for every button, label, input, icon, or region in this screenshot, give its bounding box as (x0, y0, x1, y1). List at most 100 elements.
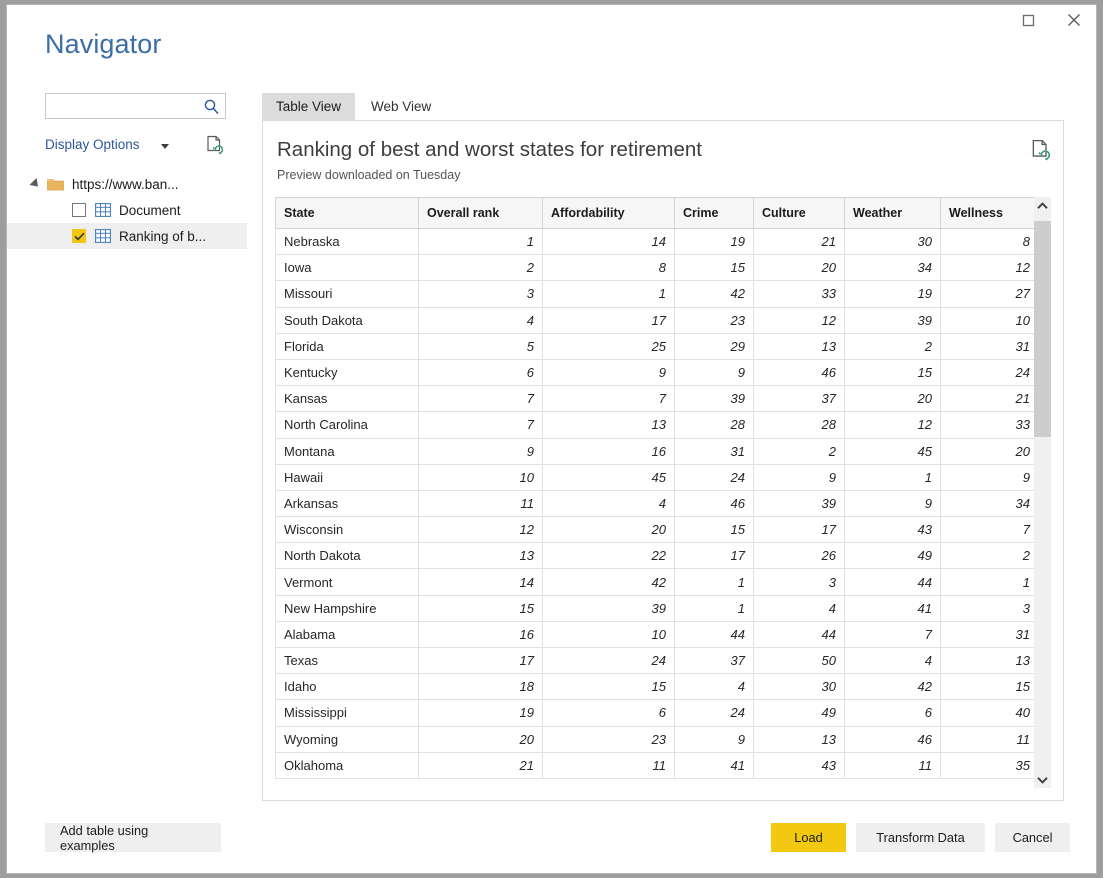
table-row[interactable]: Idaho 18 15 4 30 42 15 (275, 673, 1034, 701)
tab-web-view[interactable]: Web View (357, 93, 445, 121)
table-row[interactable]: Arkansas 11 4 46 39 9 34 (275, 489, 1034, 518)
table-cell-value: 43 (753, 751, 845, 779)
table-cell-value: 9 (542, 358, 675, 387)
table-icon (95, 229, 111, 243)
table-cell-state: Idaho (275, 673, 419, 701)
table-row[interactable]: North Carolina 7 13 28 28 12 33 (275, 411, 1034, 439)
table-row[interactable]: Texas 17 24 37 50 4 13 (275, 646, 1034, 675)
table-row[interactable]: Montana 9 16 31 2 45 20 (275, 437, 1034, 465)
table-row[interactable]: Florida 5 25 29 13 2 31 (275, 332, 1034, 360)
table-cell-state: New Hampshire (275, 594, 419, 622)
table-row[interactable]: Nebraska 1 14 19 21 30 8 (275, 227, 1034, 256)
table-cell-state: Mississippi (275, 699, 419, 727)
chevron-down-icon (1037, 776, 1048, 784)
table-cell-value: 44 (674, 620, 754, 649)
document-refresh-icon[interactable] (1030, 139, 1051, 166)
table-cell-value: 41 (844, 594, 941, 622)
table-row[interactable]: New Hampshire 15 39 1 4 41 3 (275, 594, 1034, 622)
table-cell-value: 44 (844, 568, 941, 596)
preview-table-wrap: State Overall rank Affordability Crime Cultu… (275, 197, 1051, 788)
table-cell-state: Kansas (275, 385, 419, 413)
table-cell-value: 17 (753, 516, 845, 544)
tree-item-ranking[interactable]: Ranking of b... (7, 223, 247, 249)
load-button[interactable]: Load (771, 823, 846, 852)
table-cell-value: 10 (418, 463, 543, 491)
table-cell-value: 31 (674, 437, 754, 465)
table-row[interactable]: Hawaii 10 45 24 9 1 9 (275, 463, 1034, 491)
page-title: Navigator (45, 29, 162, 59)
table-column-header[interactable]: Culture (753, 197, 845, 229)
add-table-using-examples-button[interactable]: Add table using examples (45, 823, 221, 853)
tab-table-view[interactable]: Table View (262, 93, 356, 121)
scroll-down-button[interactable] (1034, 771, 1051, 788)
table-column-header[interactable]: State (275, 197, 419, 229)
preview-table-scroll[interactable]: State Overall rank Affordability Crime Cultu… (275, 197, 1034, 788)
table-column-header[interactable]: Overall rank (418, 197, 543, 229)
display-options-label[interactable]: Display Options (45, 137, 140, 152)
table-header: State Overall rank Affordability Crime Cultu… (275, 197, 1034, 229)
table-cell-value: 31 (940, 620, 1034, 649)
table-cell-state: Iowa (275, 254, 419, 282)
search-box[interactable] (45, 93, 226, 119)
table-cell-value: 24 (674, 699, 754, 727)
table-cell-value: 28 (753, 411, 845, 439)
table-cell-value: 2 (418, 254, 543, 282)
table-cell-value: 23 (674, 306, 754, 334)
table-cell-value: 23 (542, 725, 675, 753)
tree-checkbox[interactable] (72, 203, 86, 217)
table-cell-state: Wyoming (275, 725, 419, 753)
table-cell-value: 8 (542, 254, 675, 282)
table-cell-value: 35 (940, 751, 1034, 779)
display-options-row[interactable]: Display Options (45, 135, 226, 159)
table-row[interactable]: Wyoming 20 23 9 13 46 11 (275, 725, 1034, 753)
table-column-header[interactable]: Crime (674, 197, 754, 229)
table-cell-value: 21 (753, 227, 845, 256)
scrollbar-thumb[interactable] (1034, 221, 1051, 437)
table-cell-state: Vermont (275, 568, 419, 596)
table-cell-value: 6 (418, 358, 543, 387)
table-cell-value: 46 (674, 489, 754, 518)
table-row[interactable]: North Dakota 13 22 17 26 49 2 (275, 542, 1034, 570)
table-cell-value: 2 (940, 542, 1034, 570)
cancel-button[interactable]: Cancel (995, 823, 1070, 852)
scroll-up-button[interactable] (1034, 197, 1051, 214)
table-row[interactable]: Oklahoma 21 11 41 43 11 35 (275, 751, 1034, 779)
transform-data-button[interactable]: Transform Data (856, 823, 985, 852)
vertical-scrollbar[interactable] (1034, 197, 1051, 788)
table-column-header[interactable]: Weather (844, 197, 941, 229)
table-row[interactable]: Kansas 7 7 39 37 20 21 (275, 385, 1034, 413)
table-cell-value: 17 (674, 542, 754, 570)
tree-item-document[interactable]: Document (7, 197, 247, 223)
table-row[interactable]: Kentucky 6 9 9 46 15 24 (275, 358, 1034, 387)
chevron-down-icon[interactable] (161, 144, 169, 149)
table-row[interactable]: Missouri 3 1 42 33 19 27 (275, 280, 1034, 308)
table-cell-value: 11 (940, 725, 1034, 753)
table-column-header[interactable]: Affordability (542, 197, 675, 229)
table-row[interactable]: Mississippi 19 6 24 49 6 40 (275, 699, 1034, 727)
document-refresh-icon[interactable] (205, 135, 224, 160)
table-cell-value: 1 (542, 280, 675, 308)
table-row[interactable]: Alabama 16 10 44 44 7 31 (275, 620, 1034, 649)
close-button[interactable] (1051, 5, 1096, 35)
maximize-button[interactable] (1006, 5, 1051, 35)
search-input[interactable] (46, 95, 196, 117)
table-cell-value: 14 (418, 568, 543, 596)
table-cell-value: 4 (418, 306, 543, 334)
preview-table: State Overall rank Affordability Crime Cultu… (275, 197, 1034, 779)
table-cell-value: 1 (940, 568, 1034, 596)
table-row[interactable]: South Dakota 4 17 23 12 39 10 (275, 306, 1034, 334)
search-icon[interactable] (203, 98, 220, 115)
table-cell-value: 15 (542, 673, 675, 701)
tree-item-source[interactable]: https://www.ban... (7, 171, 247, 197)
table-row[interactable]: Iowa 2 8 15 20 34 12 (275, 254, 1034, 282)
table-cell-value: 33 (940, 411, 1034, 439)
table-row[interactable]: Wisconsin 12 20 15 17 43 7 (275, 516, 1034, 544)
table-cell-value: 46 (753, 358, 845, 387)
navigator-sidebar: Display Options https://www.ban... Docum… (7, 89, 247, 813)
tree-checkbox[interactable] (72, 229, 86, 243)
table-cell-value: 6 (542, 699, 675, 727)
table-column-header[interactable]: Wellness (940, 197, 1034, 229)
expander-icon[interactable] (29, 177, 42, 191)
table-cell-value: 9 (674, 358, 754, 387)
table-row[interactable]: Vermont 14 42 1 3 44 1 (275, 568, 1034, 596)
